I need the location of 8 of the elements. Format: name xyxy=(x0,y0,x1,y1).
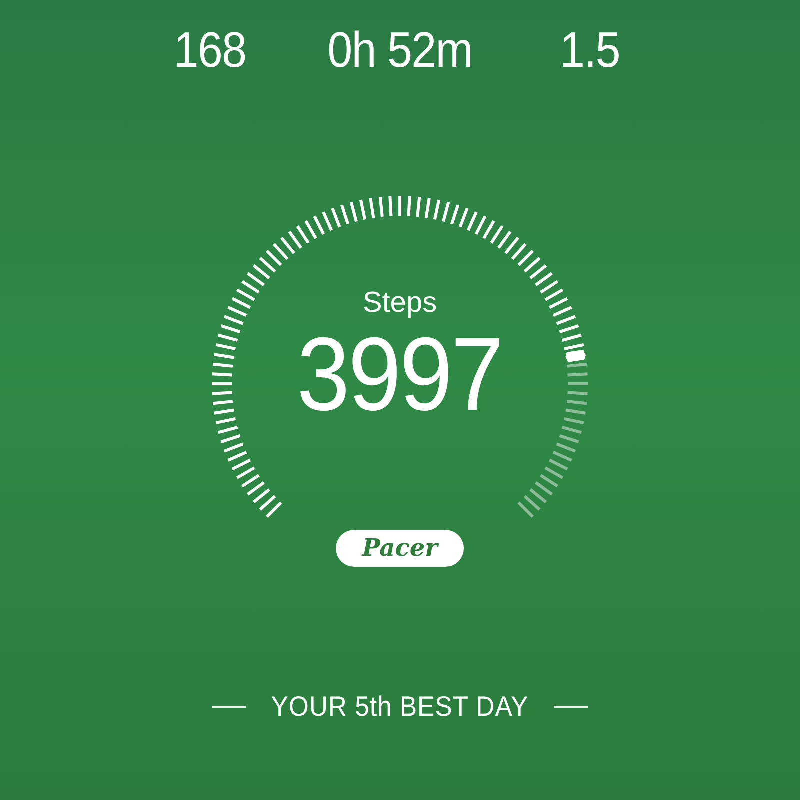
stat-value: 168 xyxy=(172,22,248,78)
steps-count: 3997 xyxy=(297,320,503,430)
steps-label: Steps xyxy=(362,286,438,320)
best-day-caption: YOUR 5th BEST DAY xyxy=(271,691,529,723)
progress-marker xyxy=(566,350,586,362)
stat-value: 0h 52m xyxy=(326,22,474,78)
stat-value: 1.5 xyxy=(559,22,621,78)
app-logo: Pacer xyxy=(336,530,464,567)
